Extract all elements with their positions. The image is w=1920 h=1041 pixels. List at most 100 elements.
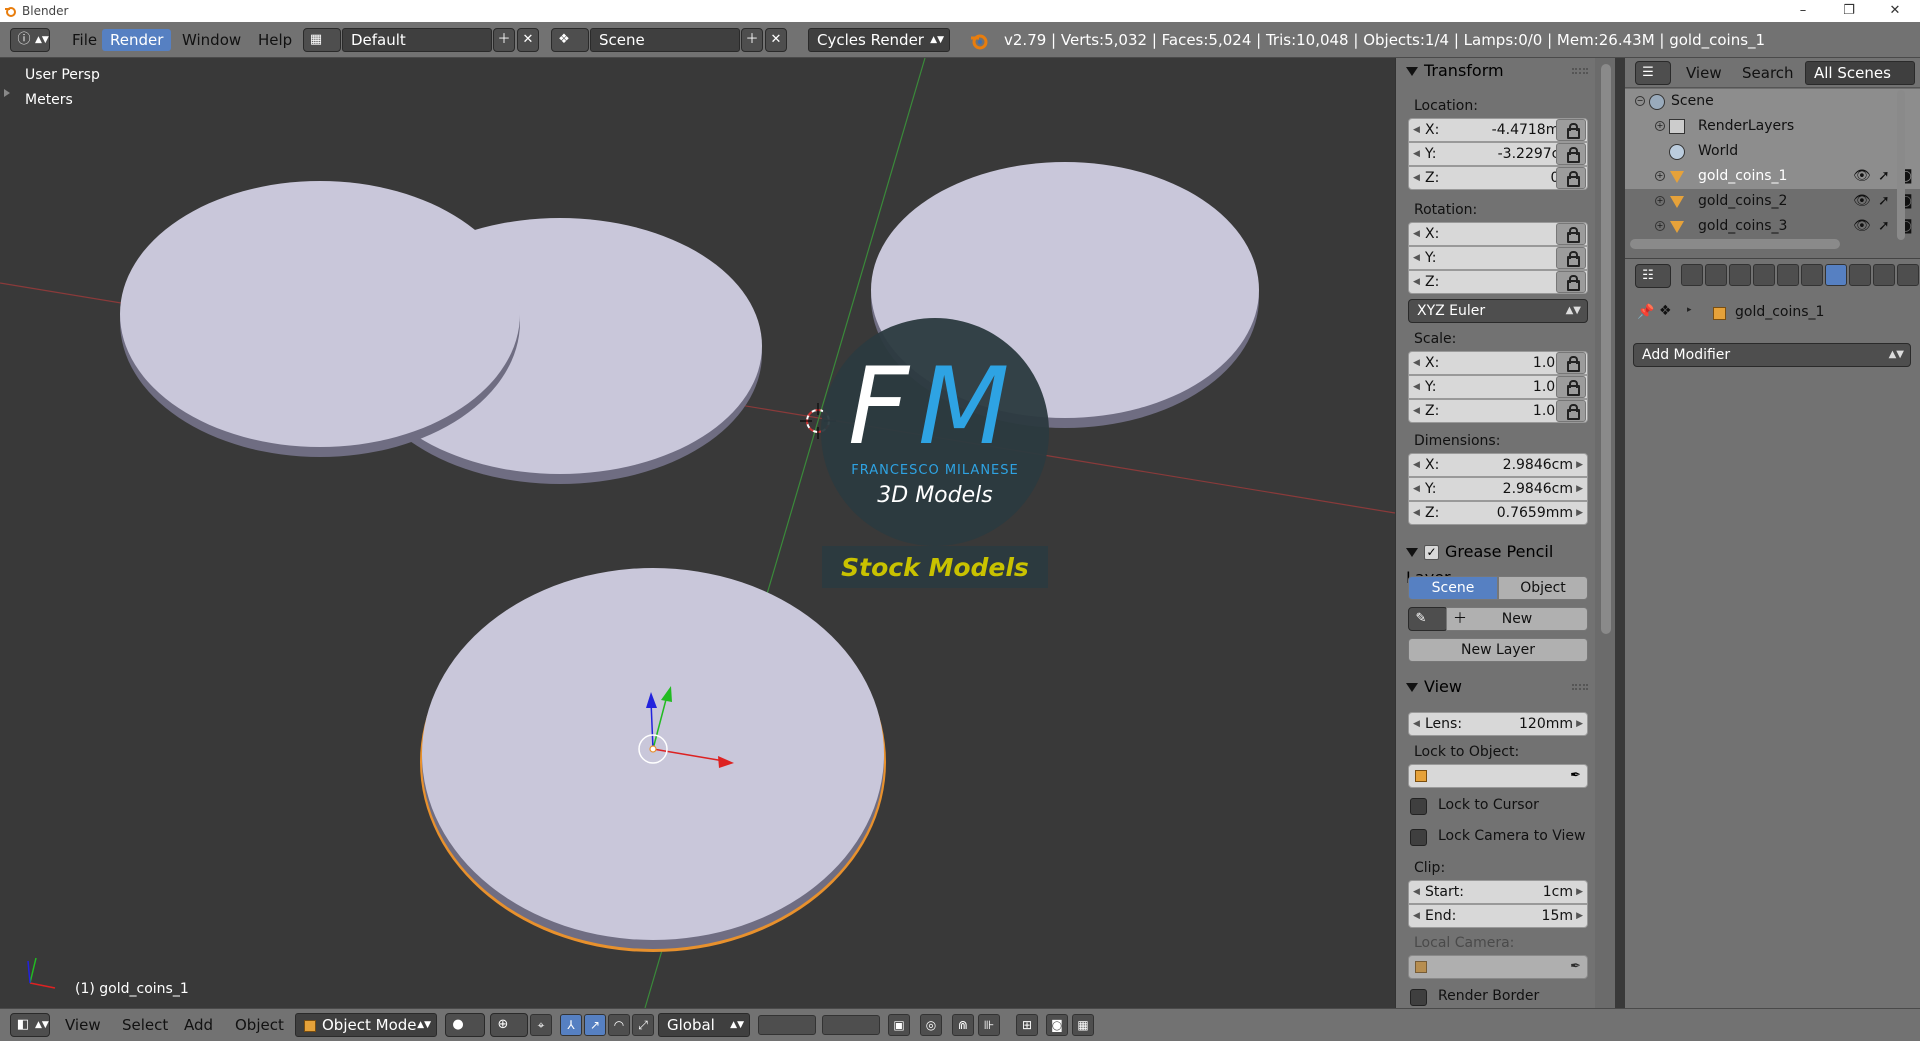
world-tab-icon[interactable]: [1753, 264, 1775, 286]
expand-icon[interactable]: +: [1655, 171, 1665, 181]
layout-delete-button[interactable]: ✕: [517, 28, 539, 52]
snap-target-icon[interactable]: ⊞: [1016, 1014, 1038, 1036]
visibility-eye-icon[interactable]: 👁: [1853, 214, 1871, 239]
add-modifier-select[interactable]: Add Modifier ▲▼: [1633, 343, 1911, 367]
material-tab-icon[interactable]: [1873, 264, 1895, 286]
scene-browse-button[interactable]: ❖: [551, 28, 589, 52]
lock-location-y-icon[interactable]: [1556, 143, 1586, 165]
outliner-menu-search[interactable]: Search: [1742, 62, 1794, 84]
close-button[interactable]: ✕: [1872, 0, 1918, 22]
minimize-button[interactable]: –: [1780, 0, 1826, 22]
properties-editor-type-button[interactable]: ☷: [1635, 264, 1671, 288]
dimensions-y-field[interactable]: ◀ Y: 2.9846cm ▶: [1408, 477, 1588, 501]
collapse-icon[interactable]: −: [1635, 96, 1645, 106]
lock-rotation-x-icon[interactable]: [1556, 223, 1586, 245]
grease-pencil-new-button[interactable]: ＋ New: [1446, 607, 1588, 631]
lock-location-x-icon[interactable]: [1556, 119, 1586, 141]
pivot-point-select[interactable]: ⊕: [490, 1013, 528, 1037]
maximize-button[interactable]: ❐: [1826, 0, 1872, 22]
grease-pencil-panel-header[interactable]: ✓Grease Pencil Layer: [1396, 539, 1595, 587]
menu-window[interactable]: Window: [174, 29, 249, 51]
lock-scale-y-icon[interactable]: [1556, 376, 1586, 398]
interaction-mode-select[interactable]: Object Mode ▲▼: [295, 1013, 437, 1037]
outliner-row-gold-coins-3[interactable]: + gold_coins_3 👁 ➚ ◙: [1625, 214, 1920, 239]
menu-file[interactable]: File: [64, 29, 105, 51]
lock-layers-icon[interactable]: ▣: [888, 1014, 910, 1036]
lock-scale-z-icon[interactable]: [1556, 400, 1586, 422]
lock-rotation-z-icon[interactable]: [1556, 271, 1586, 293]
eyedropper-icon[interactable]: ✒: [1570, 959, 1581, 974]
outliner-horizontal-scrollbar[interactable]: [1630, 239, 1840, 249]
layers-grid-2-icon[interactable]: [822, 1015, 880, 1035]
drag-grip-icon[interactable]: [1572, 68, 1588, 74]
snap-magnet-icon[interactable]: ⋒: [952, 1014, 974, 1036]
translate-manipulator-icon[interactable]: ⅄: [560, 1014, 582, 1036]
lock-camera-checkbox[interactable]: [1410, 829, 1427, 846]
menu-render[interactable]: Render: [102, 29, 172, 51]
grease-pencil-checkbox[interactable]: ✓: [1424, 545, 1439, 560]
transform-orientation-select[interactable]: Global ▲▼: [658, 1013, 750, 1037]
visibility-eye-icon[interactable]: 👁: [1853, 164, 1871, 189]
local-camera-picker[interactable]: ✒: [1408, 955, 1588, 979]
viewport-menu-view[interactable]: View: [65, 1014, 101, 1036]
eyedropper-icon[interactable]: ✒: [1570, 768, 1581, 783]
lock-to-cursor-checkbox[interactable]: [1410, 798, 1427, 815]
expand-icon[interactable]: +: [1655, 121, 1665, 131]
outliner-vertical-scrollbar[interactable]: [1897, 90, 1905, 240]
layout-name-field[interactable]: Default: [342, 28, 492, 52]
lock-rotation-y-icon[interactable]: [1556, 247, 1586, 269]
expand-icon[interactable]: +: [1655, 196, 1665, 206]
lock-scale-x-icon[interactable]: [1556, 352, 1586, 374]
clip-start-field[interactable]: ◀ Start: 1cm ▶: [1408, 880, 1588, 904]
viewport-shading-select[interactable]: ●: [445, 1013, 485, 1037]
selectable-cursor-icon[interactable]: ➚: [1878, 189, 1890, 214]
lens-field[interactable]: ◀ Lens: 120mm ▶: [1408, 712, 1588, 736]
physics-tab-icon[interactable]: [1897, 264, 1919, 286]
object-tab-icon[interactable]: [1777, 264, 1799, 286]
outliner-display-mode-select[interactable]: All Scenes: [1805, 61, 1915, 85]
grease-pencil-browse-button[interactable]: ✎: [1408, 607, 1448, 631]
scene-add-button[interactable]: ＋: [741, 28, 763, 52]
opengl-render-icon[interactable]: ◙: [1046, 1014, 1068, 1036]
pin-icon[interactable]: 📌: [1637, 304, 1654, 320]
outliner-row-gold-coins-1[interactable]: + gold_coins_1 👁 ➚ ◙: [1625, 164, 1920, 189]
outliner-menu-view[interactable]: View: [1686, 62, 1722, 84]
outliner-row-world[interactable]: World: [1625, 139, 1920, 164]
data-tab-icon[interactable]: [1849, 264, 1871, 286]
scale-manipulator-icon[interactable]: ⤢: [632, 1014, 654, 1036]
grease-pencil-scene-tab[interactable]: Scene: [1408, 576, 1498, 600]
outliner-editor-type-button[interactable]: ☰: [1635, 61, 1671, 85]
gold-coin-3[interactable]: [120, 181, 520, 457]
viewport-menu-object[interactable]: Object: [235, 1014, 284, 1036]
properties-scrollbar[interactable]: [1601, 64, 1611, 634]
proportional-edit-icon[interactable]: ◎: [920, 1014, 942, 1036]
visibility-eye-icon[interactable]: 👁: [1853, 189, 1871, 214]
rotate-arc-icon[interactable]: ◠: [608, 1014, 630, 1036]
viewport-editor-type-button[interactable]: ◧ ▲▼: [10, 1013, 50, 1037]
lock-location-z-icon[interactable]: [1556, 167, 1586, 189]
drag-grip-icon[interactable]: [1572, 684, 1588, 690]
render-engine-select[interactable]: Cycles Render ▲▼: [808, 28, 950, 52]
rotation-mode-select[interactable]: XYZ Euler ▲▼: [1408, 299, 1588, 323]
scene-delete-button[interactable]: ✕: [765, 28, 787, 52]
grease-pencil-object-tab[interactable]: Object: [1498, 576, 1588, 600]
lock-object-picker[interactable]: ✒: [1408, 764, 1588, 788]
expand-icon[interactable]: +: [1655, 221, 1665, 231]
clip-end-field[interactable]: ◀ End: 15m ▶: [1408, 904, 1588, 928]
render-layers-tab-icon[interactable]: [1705, 264, 1727, 286]
toolshelf-expand-icon[interactable]: [4, 89, 10, 97]
layers-grid-1-icon[interactable]: [758, 1015, 816, 1035]
manipulator-toggle-icon[interactable]: ⌖: [530, 1014, 552, 1036]
render-tab-icon[interactable]: [1681, 264, 1703, 286]
outliner-row-renderlayers[interactable]: + RenderLayers: [1625, 114, 1920, 139]
selectable-cursor-icon[interactable]: ➚: [1878, 164, 1890, 189]
viewport-menu-add[interactable]: Add: [184, 1014, 213, 1036]
layout-add-button[interactable]: ＋: [493, 28, 515, 52]
modifiers-wrench-tab-icon[interactable]: [1825, 264, 1847, 286]
render-border-checkbox[interactable]: [1410, 989, 1427, 1006]
scene-tab-icon[interactable]: [1729, 264, 1751, 286]
view-panel-header[interactable]: View: [1396, 674, 1595, 700]
layout-browse-button[interactable]: ▦: [303, 28, 341, 52]
menu-help[interactable]: Help: [250, 29, 300, 51]
new-layer-button[interactable]: New Layer: [1408, 638, 1588, 662]
